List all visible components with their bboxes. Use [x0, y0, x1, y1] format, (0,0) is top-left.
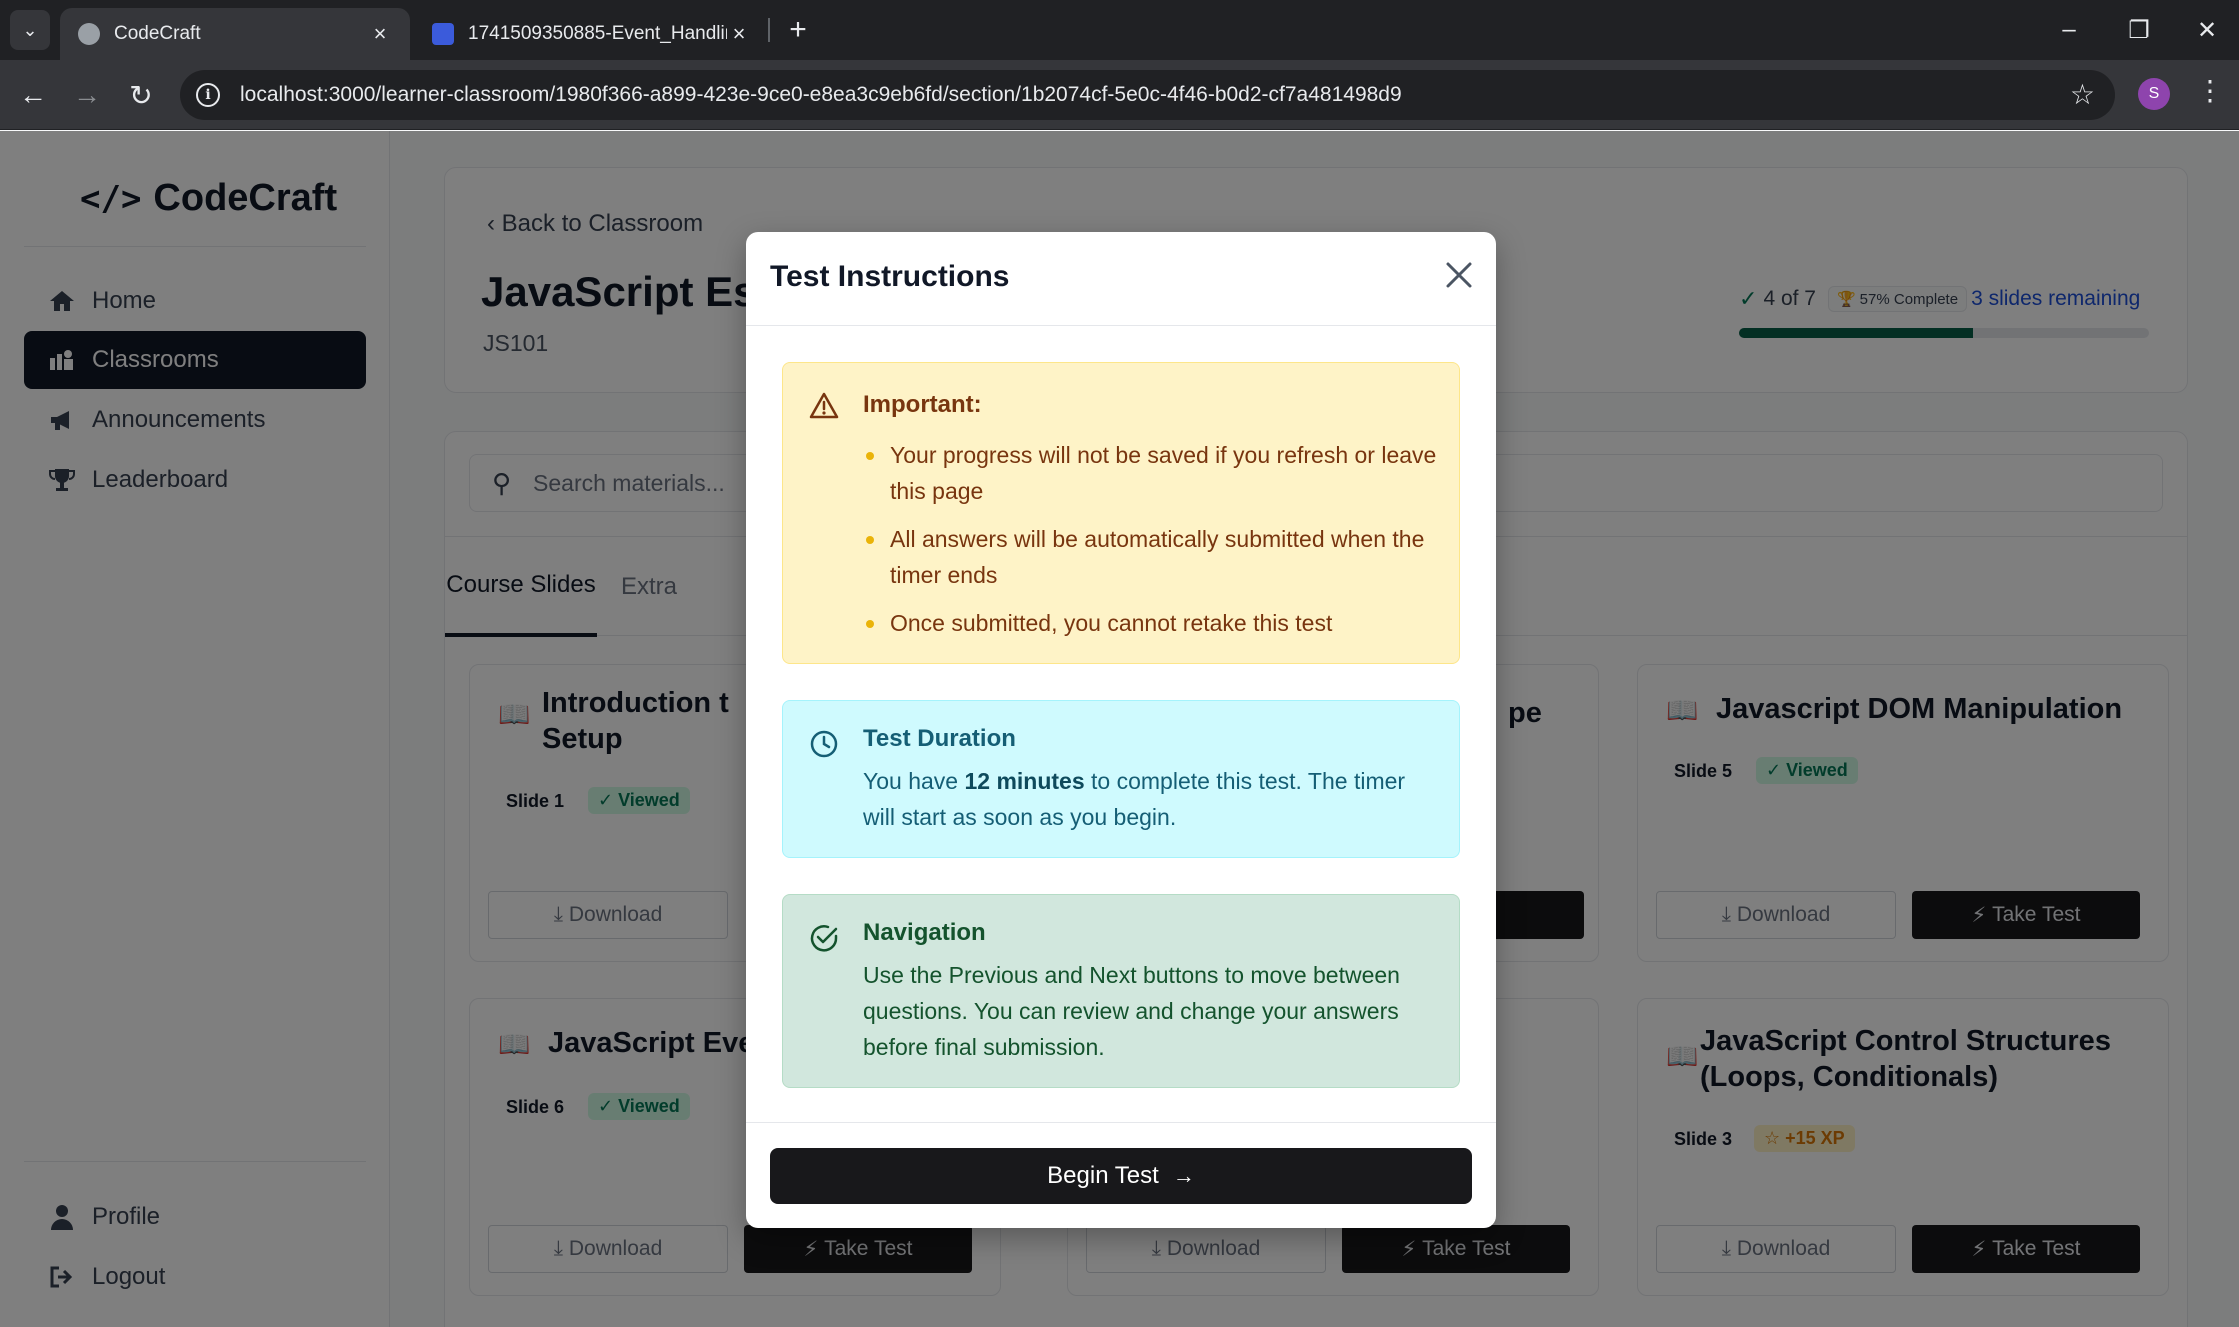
duration-text: You have 12 minutes to complete this tes…: [863, 763, 1433, 835]
site-info-icon[interactable]: i: [196, 83, 220, 107]
important-notice: Important: Your progress will not be sav…: [782, 362, 1460, 664]
minimize-button[interactable]: –: [2034, 0, 2104, 60]
close-window-button[interactable]: ✕: [2172, 0, 2239, 60]
list-item: All answers will be automatically submit…: [863, 521, 1443, 593]
document-icon: [432, 23, 454, 45]
tab-title: CodeCraft: [114, 23, 201, 44]
duration-text-before: You have: [863, 768, 965, 794]
duration-minutes: 12 minutes: [964, 768, 1085, 794]
arrow-right-icon: →: [1172, 1163, 1195, 1188]
browser-toolbar: ← → ↻ i localhost:3000/learner-classroom…: [0, 60, 2239, 130]
browser-tabstrip: ⌄ CodeCraft × 1741509350885-Event_Handli…: [0, 0, 2239, 60]
important-heading: Important:: [863, 391, 982, 418]
forward-arrow-icon[interactable]: →: [66, 74, 108, 116]
tab-search-button[interactable]: ⌄: [10, 10, 50, 50]
navigation-heading: Navigation: [863, 919, 986, 946]
browser-menu-icon[interactable]: ⋮: [2196, 74, 2224, 107]
begin-test-label: Begin Test: [1047, 1162, 1159, 1189]
warning-triangle-icon: [809, 391, 839, 421]
address-bar[interactable]: i localhost:3000/learner-classroom/1980f…: [180, 70, 2115, 120]
browser-tab-event-handling[interactable]: 1741509350885-Event_Handling ×: [414, 8, 769, 60]
url-text[interactable]: localhost:3000/learner-classroom/1980f36…: [240, 83, 1402, 107]
navigation-text: Use the Previous and Next buttons to mov…: [863, 962, 1400, 1060]
dialog-title: Test Instructions: [770, 260, 1010, 293]
duration-heading: Test Duration: [863, 725, 1016, 752]
close-tab-icon[interactable]: ×: [368, 21, 392, 47]
navigation-notice: Navigation Use the Previous and Next but…: [782, 894, 1460, 1088]
tab-title: 1741509350885-Event_Handling: [468, 23, 727, 44]
tab-divider: [768, 18, 770, 42]
check-circle-icon: [809, 923, 839, 953]
close-icon[interactable]: [1442, 258, 1476, 292]
important-list: Your progress will not be saved if you r…: [863, 437, 1443, 653]
back-arrow-icon[interactable]: ←: [12, 74, 54, 116]
globe-icon: [78, 23, 100, 45]
bookmark-star-icon[interactable]: ☆: [2070, 78, 2095, 111]
clock-icon: [809, 729, 839, 759]
dialog-footer-divider: [746, 1122, 1496, 1123]
begin-test-button[interactable]: Begin Test →: [770, 1148, 1472, 1204]
new-tab-button[interactable]: +: [780, 12, 816, 48]
list-item: Once submitted, you cannot retake this t…: [863, 605, 1443, 641]
reload-icon[interactable]: ↻: [120, 74, 162, 116]
test-instructions-dialog: Test Instructions Important: Your progre…: [746, 232, 1496, 1228]
browser-tab-codecraft[interactable]: CodeCraft ×: [60, 8, 410, 60]
close-tab-icon[interactable]: ×: [727, 21, 751, 47]
dialog-header: Test Instructions: [746, 232, 1496, 326]
test-duration-notice: Test Duration You have 12 minutes to com…: [782, 700, 1460, 858]
list-item: Your progress will not be saved if you r…: [863, 437, 1443, 509]
profile-avatar[interactable]: S: [2138, 78, 2170, 110]
restore-button[interactable]: ❐: [2104, 0, 2174, 60]
